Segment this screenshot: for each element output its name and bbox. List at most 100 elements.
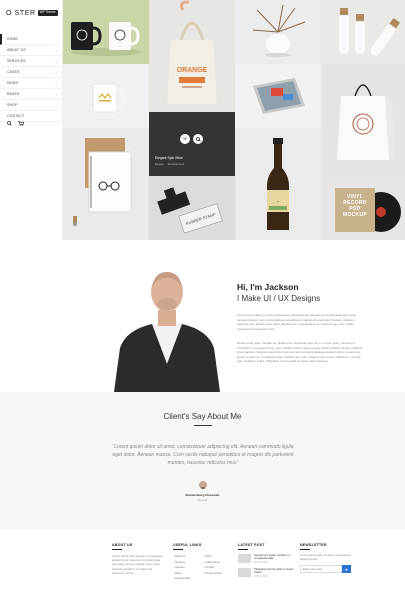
chevron-right-icon: › (55, 69, 57, 75)
footer-heading: LATEST POST (238, 543, 265, 547)
footer-link[interactable]: Contact (203, 565, 233, 569)
avatar (199, 481, 207, 489)
chevron-right-icon: › (55, 102, 57, 108)
bag-text: ORANGE (177, 67, 208, 74)
post-title[interactable]: Aenean leo ligula, porttitor eu consequa… (254, 553, 296, 561)
portfolio-item-beer[interactable]: ~ (235, 128, 321, 240)
footer-link[interactable]: Latest News (203, 560, 233, 564)
menu-label: HOME (7, 37, 18, 41)
menu-item-shop[interactable]: SHOP › (0, 100, 62, 111)
beer-bottle-image: ~ (267, 138, 289, 230)
footer-link[interactable]: About us (173, 554, 203, 558)
menu-item-cases[interactable]: CASES › (0, 67, 62, 78)
newsletter-description: Lorem ipsum dolor sit amet, consectetuer… (300, 553, 352, 561)
portfolio-item-shopping-bag[interactable] (321, 64, 405, 176)
menu-label: SERVICES (7, 59, 26, 63)
cart-icon[interactable] (18, 121, 24, 126)
shopping-bag-image (337, 84, 395, 160)
newsletter-email-input[interactable] (300, 565, 342, 574)
footer-link[interactable]: Privacy Policy (203, 571, 233, 575)
post-thumbnail (238, 567, 251, 577)
menu-label: SHOP (7, 103, 18, 107)
footer-heading: NEWSLETTER (300, 543, 327, 547)
footer-link[interactable]: Team (203, 554, 233, 558)
vinyl-text: VINYL RECORD PSD MOCKUP (342, 194, 368, 218)
link-icon[interactable]: ∞ (180, 134, 190, 144)
testimonial-name: Brandenburg Alexander (185, 493, 220, 497)
hover-categories: Design Development (155, 162, 184, 166)
footer-links: USEFUL LINKS About us Team Services Late… (173, 543, 233, 580)
portfolio-grid: ORANGE ∞ Elegant Spin Wine Design Develo… (63, 0, 405, 240)
footer-newsletter: NEWSLETTER Lorem ipsum dolor sit amet, c… (300, 543, 356, 574)
testimonials-title: Client's Say About Me (163, 412, 242, 421)
hover-category[interactable]: Development (168, 162, 184, 166)
chevron-right-icon: › (55, 47, 57, 53)
post-date: 28 Nov 2016 (254, 560, 268, 564)
footer-heading: USEFUL LINKS (173, 543, 202, 547)
portfolio-item-stamp[interactable]: RUBBER STAMP (149, 176, 235, 240)
diffuser-image (252, 4, 306, 57)
post-date: 28 Nov 2016 (254, 574, 268, 578)
menu-item-pages[interactable]: PAGES › (0, 89, 62, 100)
logo-text: O STER (6, 9, 36, 17)
menu-label: CASES (7, 70, 20, 74)
menu-label: CONTACT (7, 114, 25, 118)
sidebar-tools (7, 121, 24, 126)
footer-heading: ABOUT US (112, 543, 133, 547)
portfolio-item-notebook[interactable] (63, 128, 149, 240)
latest-post[interactable]: Phasellus viverra nulla ut metus varius … (238, 567, 296, 578)
footer-link[interactable]: Careers (173, 565, 203, 569)
chevron-right-icon: › (55, 36, 57, 42)
zoom-icon[interactable] (193, 134, 203, 144)
tubes-image (339, 8, 401, 56)
about-paragraph-2: Donec pede justo, fringilla vel, aliquet… (237, 341, 364, 364)
portfolio-item-hover[interactable]: ∞ Elegant Spin Wine Design Development (149, 112, 235, 176)
post-thumbnail (238, 554, 251, 563)
sidebar: O STER WP Theme HOME › ABOUT US › SERVICES… (0, 0, 63, 240)
person-image (114, 272, 220, 392)
heading-underline (300, 549, 310, 550)
portfolio-item-mug-logo[interactable] (63, 64, 149, 128)
chevron-right-icon: › (55, 58, 57, 64)
hover-title: Elegant Spin Wine (155, 156, 183, 160)
chevron-right-icon: › (55, 91, 57, 97)
heading-underline (238, 549, 248, 550)
portfolio-item-diffuser[interactable] (235, 0, 321, 64)
menu-item-home[interactable]: HOME › (0, 34, 62, 45)
menu-label: ABOUT US (7, 48, 26, 52)
about-subtitle: I Make UI / UX Designs (237, 294, 321, 303)
menu-item-about[interactable]: ABOUT US › (0, 45, 62, 56)
mug-logo-image (92, 83, 126, 113)
hover-actions: ∞ (180, 134, 203, 144)
portfolio-item-laptop[interactable] (235, 64, 321, 128)
notebook-image (73, 138, 132, 226)
footer-link[interactable]: Testimonials (173, 576, 203, 580)
title-underline (194, 425, 212, 426)
search-icon[interactable] (7, 121, 12, 126)
post-title[interactable]: Phasellus viverra nulla ut metus varius (254, 567, 296, 575)
tote-bag-image: ORANGE (167, 0, 217, 104)
chevron-right-icon: › (55, 80, 57, 86)
footer-link[interactable]: News (173, 571, 203, 575)
laptop-image (253, 78, 305, 114)
latest-post[interactable]: Aenean leo ligula, porttitor eu consequa… (238, 553, 296, 564)
newsletter-submit-button[interactable]: ➤ (342, 565, 351, 574)
about-title: Hi, I'm Jackson (237, 282, 299, 292)
footer-about-text: Lorem ipsum dolor sit amet, consectetuer… (112, 554, 164, 575)
main-menu: HOME › ABOUT US › SERVICES › CASES › NEWS › P… (0, 34, 62, 122)
footer-link[interactable]: Services (173, 560, 203, 564)
menu-item-news[interactable]: NEWS › (0, 78, 62, 89)
menu-item-services[interactable]: SERVICES › (0, 56, 62, 67)
portfolio-item-mugs[interactable] (63, 0, 149, 64)
portfolio-item-tote-bag[interactable]: ORANGE (149, 0, 235, 112)
links-list: About us Team Services Latest News Caree… (173, 554, 233, 580)
portfolio-item-tubes[interactable] (321, 0, 405, 64)
menu-label: NEWS (7, 81, 18, 85)
hover-category[interactable]: Design (155, 162, 164, 166)
footer-about: ABOUT US Lorem ipsum dolor sit amet, con… (112, 543, 164, 575)
logo[interactable]: O STER WP Theme (6, 8, 58, 18)
testimonial-role: Director (197, 498, 208, 502)
portfolio-item-vinyl[interactable]: VINYL RECORD PSD MOCKUP (321, 176, 405, 240)
portrait-photo (112, 264, 222, 392)
heading-underline (112, 549, 122, 550)
